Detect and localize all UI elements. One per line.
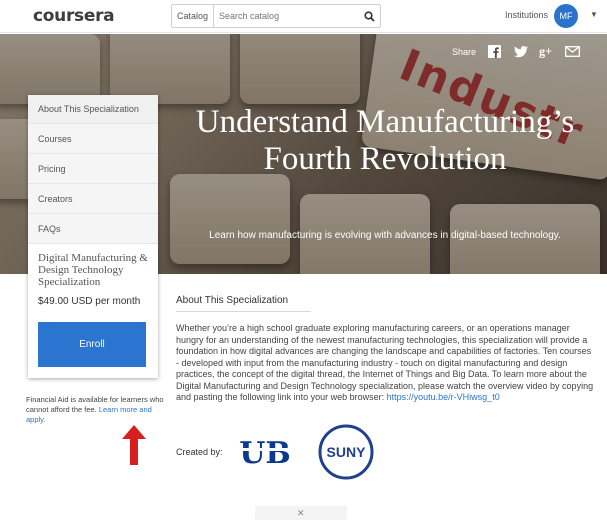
- search-icon[interactable]: [358, 5, 380, 27]
- sidebar-item-creators[interactable]: Creators: [28, 184, 158, 214]
- ub-logo-text: UB: [239, 436, 291, 471]
- share-bar: Share g+: [452, 44, 580, 59]
- share-label: Share: [452, 46, 477, 57]
- institutions-link[interactable]: Institutions: [505, 10, 548, 20]
- sidebar-item-courses[interactable]: Courses: [28, 124, 158, 154]
- specialization-sidebar-card: About This Specialization Courses Pricin…: [28, 95, 158, 378]
- top-navigation-bar: coursera Catalog Institutions MF ▼: [0, 0, 607, 33]
- enroll-button[interactable]: Enroll: [38, 322, 146, 367]
- email-icon[interactable]: [565, 44, 580, 59]
- sidebar-item-pricing[interactable]: Pricing: [28, 154, 158, 184]
- search-box: Catalog: [171, 4, 381, 28]
- video-link[interactable]: https://youtu.be/r-VHiwsg_t0: [387, 392, 500, 402]
- partial-logo-image: ✕: [255, 506, 347, 520]
- avatar[interactable]: MF: [554, 4, 578, 28]
- financial-aid-note: Financial Aid is available for learners …: [26, 395, 166, 425]
- page-subtitle: Learn how manufacturing is evolving with…: [209, 230, 561, 241]
- facebook-icon[interactable]: [487, 44, 502, 59]
- sidebar-item-about[interactable]: About This Specialization: [28, 95, 158, 124]
- suny-logo-text: SUNY: [327, 444, 367, 460]
- svg-text:g+: g+: [539, 45, 552, 58]
- search-input[interactable]: [214, 5, 358, 27]
- twitter-icon[interactable]: [513, 44, 528, 59]
- page-title: Understand Manufacturing’s Fourth Revolu…: [195, 104, 575, 177]
- coursera-logo[interactable]: coursera: [33, 6, 115, 26]
- about-heading: About This Specialization: [176, 295, 311, 312]
- chevron-down-icon[interactable]: ▼: [590, 10, 598, 19]
- created-by-label: Created by:: [176, 447, 223, 457]
- red-arrow-annotation: [122, 425, 146, 465]
- google-plus-icon[interactable]: g+: [539, 44, 554, 59]
- university-at-buffalo-logo[interactable]: UB: [235, 430, 295, 472]
- about-text: Whether you’re a high school graduate ex…: [176, 323, 594, 402]
- specialization-name: Digital Manufacturing & Design Technolog…: [38, 252, 148, 288]
- price-label: $49.00 USD per month: [38, 296, 141, 307]
- sidebar-item-faqs[interactable]: FAQs: [28, 214, 158, 244]
- catalog-button[interactable]: Catalog: [172, 5, 215, 27]
- suny-logo[interactable]: SUNY: [318, 424, 374, 480]
- about-description: Whether you’re a high school graduate ex…: [176, 323, 596, 404]
